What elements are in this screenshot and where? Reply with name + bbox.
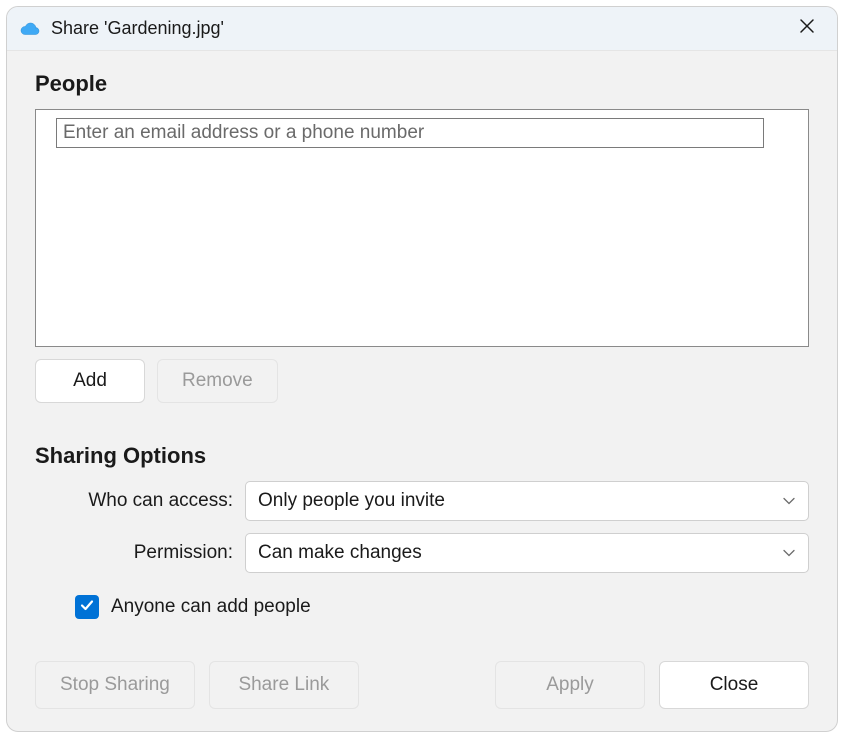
add-button[interactable]: Add	[35, 359, 145, 403]
people-list[interactable]	[35, 109, 809, 347]
permission-label: Permission:	[35, 542, 245, 564]
footer-spacer	[373, 661, 481, 709]
cloud-icon	[19, 18, 41, 40]
permission-select-value: Can make changes	[258, 542, 422, 564]
access-label: Who can access:	[35, 490, 245, 512]
access-select-wrap: Only people you invite	[245, 481, 809, 521]
email-input[interactable]	[56, 118, 764, 148]
close-icon	[799, 18, 815, 39]
remove-button[interactable]: Remove	[157, 359, 278, 403]
people-buttons: Add Remove	[35, 359, 809, 403]
permission-select[interactable]: Can make changes	[245, 533, 809, 573]
permission-row: Permission: Can make changes	[35, 533, 809, 573]
dialog-footer: Stop Sharing Share Link Apply Close	[7, 643, 837, 731]
stop-sharing-button[interactable]: Stop Sharing	[35, 661, 195, 709]
people-heading: People	[35, 71, 809, 97]
sharing-options-section: Sharing Options Who can access: Only peo…	[35, 443, 809, 619]
sharing-options-heading: Sharing Options	[35, 443, 809, 469]
dialog-content: People Add Remove Sharing Options Who ca…	[7, 51, 837, 643]
anyone-checkbox-row: Anyone can add people	[75, 595, 809, 619]
anyone-checkbox[interactable]	[75, 595, 99, 619]
anyone-checkbox-label: Anyone can add people	[111, 596, 311, 618]
apply-button[interactable]: Apply	[495, 661, 645, 709]
check-icon	[79, 597, 95, 618]
dialog-title: Share 'Gardening.jpg'	[51, 18, 787, 39]
share-dialog: Share 'Gardening.jpg' People Add Remove …	[6, 6, 838, 732]
close-button[interactable]	[787, 9, 827, 49]
share-link-button[interactable]: Share Link	[209, 661, 359, 709]
titlebar: Share 'Gardening.jpg'	[7, 7, 837, 51]
close-dialog-button[interactable]: Close	[659, 661, 809, 709]
access-select-value: Only people you invite	[258, 490, 445, 512]
access-row: Who can access: Only people you invite	[35, 481, 809, 521]
access-select[interactable]: Only people you invite	[245, 481, 809, 521]
permission-select-wrap: Can make changes	[245, 533, 809, 573]
